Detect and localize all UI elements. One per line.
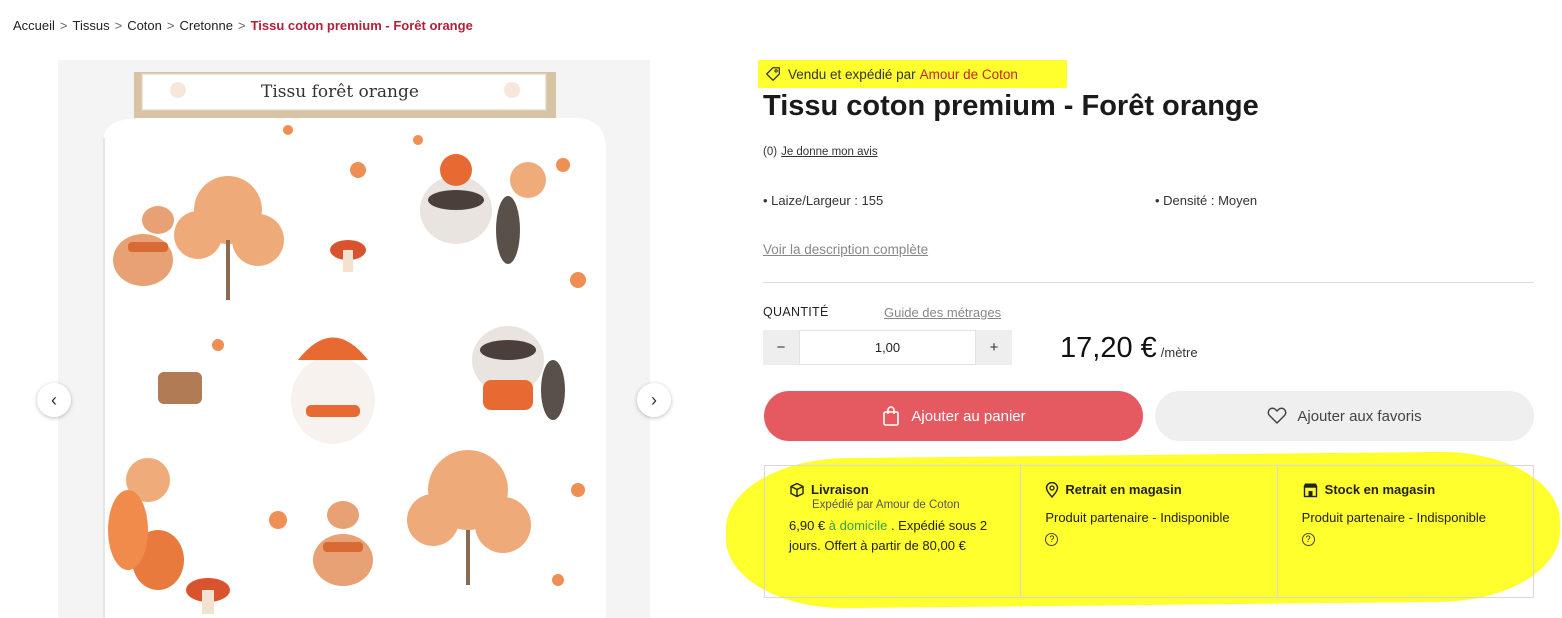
store-pickup-text: Produit partenaire - Indisponible [1045, 510, 1230, 525]
breadcrumb-item-cretonne[interactable]: Cretonne [179, 18, 232, 33]
delivery-info: Livraison Expédié par Amour de Coton 6,9… [765, 466, 1022, 597]
price-amount: 17,20 € [1060, 332, 1157, 364]
breadcrumb-separator: > [166, 18, 175, 33]
help-icon[interactable]: ? [1301, 532, 1315, 546]
quantity-increase-button[interactable]: + [976, 330, 1012, 365]
quantity-decrease-button[interactable]: − [763, 330, 799, 365]
breadcrumb-separator: > [114, 18, 123, 33]
chevron-left-icon: ‹ [51, 389, 57, 410]
box-icon [790, 482, 804, 498]
size-guide-link[interactable]: Guide des métrages [884, 305, 1001, 320]
store-pickup-title: Retrait en magasin [1065, 482, 1182, 497]
add-to-favorites-label: Ajouter aux favoris [1297, 407, 1422, 425]
price: 17,20 €/mètre [1060, 332, 1198, 365]
gallery-next-button[interactable]: › [637, 383, 671, 417]
fabric-label-text: Tissu forêt orange [261, 82, 419, 102]
add-to-cart-button[interactable]: Ajouter au panier [764, 391, 1143, 441]
seller-info: Vendu et expédié par Amour de Coton [758, 60, 1067, 88]
product-image[interactable]: Tissu forêt orange [58, 60, 650, 618]
delivery-details: 6,90 € à domicile . Expédié sous 2 jours… [789, 516, 1000, 556]
fabric-roll-illustration: Tissu forêt orange [58, 60, 650, 618]
store-stock-title: Stock en magasin [1324, 482, 1436, 497]
store-stock-heading: Stock en magasin [1302, 482, 1513, 498]
price-unit: /mètre [1160, 345, 1198, 360]
help-icon[interactable]: ? [1045, 532, 1059, 546]
review-count: (0) [763, 146, 778, 158]
full-description-link[interactable]: Voir la description complète [763, 242, 928, 257]
heart-icon [1267, 407, 1287, 424]
delivery-mode: à domicile [828, 518, 888, 533]
breadcrumb-separator: > [59, 18, 68, 33]
breadcrumb-current: Tissu coton premium - Forêt orange [250, 18, 473, 33]
delivery-price: 6,90 € [789, 518, 826, 533]
delivery-subtitle: Expédié par Amour de Coton [812, 499, 960, 511]
breadcrumb-item-tissus[interactable]: Tissus [73, 18, 110, 33]
seller-prefix: Vendu et expédié par [788, 66, 916, 82]
delivery-heading: Livraison [789, 482, 1000, 498]
location-pin-icon [1046, 482, 1059, 498]
spec-width: • Laize/Largeur : 155 [763, 193, 884, 208]
quantity-input[interactable] [799, 330, 976, 365]
tag-icon [766, 67, 780, 81]
seller-name-link[interactable]: Amour de Coton [920, 67, 1018, 82]
shopping-bag-icon [883, 406, 900, 426]
quantity-stepper: − + [763, 330, 1012, 365]
product-title: Tissu coton premium - Forêt orange [763, 90, 1259, 122]
reviews: (0) Je donne mon avis [763, 146, 878, 158]
chevron-right-icon: › [651, 389, 657, 410]
breadcrumb-separator: > [237, 18, 246, 33]
store-stock-info: Stock en magasin Produit partenaire - In… [1278, 466, 1533, 597]
store-pickup-heading: Retrait en magasin [1045, 482, 1256, 498]
breadcrumb-item-coton[interactable]: Coton [127, 18, 162, 33]
spec-density: • Densité : Moyen [1155, 193, 1258, 208]
quantity-label: QUANTITÉ [763, 305, 829, 319]
store-stock-text: Produit partenaire - Indisponible [1301, 510, 1486, 525]
delivery-title: Livraison [811, 482, 869, 497]
availability-panel: Livraison Expédié par Amour de Coton 6,9… [764, 465, 1534, 598]
breadcrumb: Accueil > Tissus > Coton > Cretonne > Tissu coto… [13, 18, 473, 33]
store-icon [1303, 483, 1318, 498]
store-pickup-info: Retrait en magasin Produit partenaire - … [1021, 466, 1278, 597]
divider [763, 282, 1534, 283]
add-to-cart-label: Ajouter au panier [911, 407, 1026, 425]
add-to-favorites-button[interactable]: Ajouter aux favoris [1155, 391, 1534, 441]
gallery-prev-button[interactable]: ‹ [37, 383, 71, 417]
write-review-link[interactable]: Je donne mon avis [781, 146, 878, 158]
breadcrumb-item-accueil[interactable]: Accueil [13, 18, 55, 33]
